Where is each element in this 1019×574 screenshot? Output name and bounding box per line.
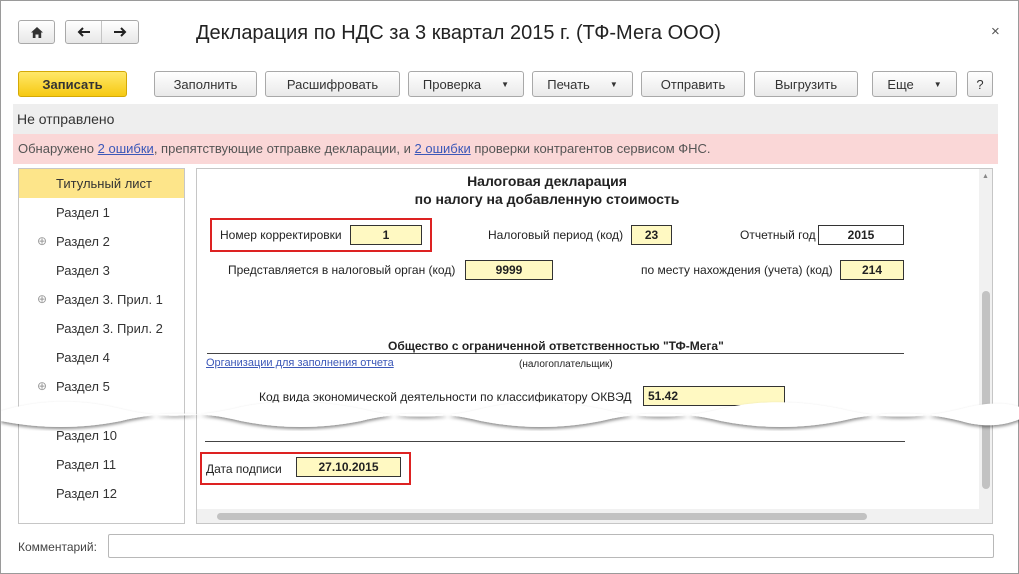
expand-plus-icon[interactable]: ⊕	[37, 227, 47, 256]
section-item-1[interactable]: Раздел 1	[19, 198, 184, 227]
declaration-form: Налоговая декларация по налогу на добавл…	[196, 168, 993, 524]
errors-link-declaration[interactable]: 2 ошибки	[98, 141, 154, 156]
section-item-label: Раздел 12	[56, 486, 118, 501]
arrow-right-icon	[114, 27, 127, 37]
organization-name: Общество с ограниченной ответственностью…	[388, 339, 724, 353]
section-item-label: Титульный лист	[56, 176, 153, 191]
section-item-3-app-1[interactable]: ⊕ Раздел 3. Прил. 1	[19, 285, 184, 314]
period-label: Налоговый период (код)	[488, 228, 624, 242]
section-item-label: Раздел 5	[56, 379, 110, 394]
home-icon	[30, 26, 43, 38]
vertical-scroll-thumb[interactable]	[982, 291, 990, 489]
scroll-up-icon[interactable]: ▲	[982, 173, 989, 180]
taxpayer-caption: (налогоплательщик)	[519, 359, 613, 370]
section-item-title-page[interactable]: Титульный лист	[19, 169, 184, 198]
declaration-window: Декларация по НДС за 3 квартал 2015 г. (…	[0, 0, 1019, 574]
error-prefix: Обнаружено	[18, 141, 98, 156]
print-button-label: Печать	[547, 76, 590, 92]
torn-edge-break	[1, 401, 1019, 427]
form-heading: Налоговая декларация	[467, 173, 627, 189]
more-button-label: Еще	[887, 76, 914, 92]
comment-label: Комментарий:	[18, 540, 97, 554]
section-item-3[interactable]: Раздел 3	[19, 256, 184, 285]
section-item-3-app-2[interactable]: Раздел 3. Прил. 2	[19, 314, 184, 343]
authority-field[interactable]: 9999	[465, 260, 553, 280]
sections-list: Титульный лист Раздел 1 ⊕ Раздел 2 Раздел…	[18, 168, 185, 524]
section-item-label: Раздел 1	[56, 205, 110, 220]
year-field[interactable]: 2015	[818, 225, 904, 245]
vertical-scrollbar[interactable]: ▲	[979, 169, 992, 523]
section-item-label: Раздел 3. Прил. 2	[56, 321, 163, 336]
horizontal-scrollbar[interactable]	[197, 509, 979, 523]
section-item-label: Раздел 4	[56, 350, 110, 365]
window-title: Декларация по НДС за 3 квартал 2015 г. (…	[196, 22, 721, 44]
save-button[interactable]: Записать	[18, 71, 127, 97]
error-suffix: проверки контрагентов сервисом ФНС.	[470, 141, 711, 156]
check-button-label: Проверка	[422, 76, 482, 92]
chevron-down-icon: ▼	[933, 79, 942, 89]
error-message: Обнаружено 2 ошибки, препятствующие отпр…	[13, 134, 998, 164]
navigation-buttons	[65, 20, 139, 44]
comment-input[interactable]	[108, 534, 994, 558]
section-item-label: Раздел 2	[56, 234, 110, 249]
section-item-2[interactable]: ⊕ Раздел 2	[19, 227, 184, 256]
form-divider	[205, 441, 905, 442]
error-middle: , препятствующие отправке декларации, и	[153, 141, 415, 156]
section-item-label: Раздел 3. Прил. 1	[56, 292, 163, 307]
section-item-12[interactable]: Раздел 12	[19, 479, 184, 508]
help-button[interactable]: ?	[967, 71, 993, 97]
decode-button[interactable]: Расшифровать	[265, 71, 400, 97]
correction-label: Номер корректировки	[220, 228, 342, 242]
arrow-left-icon	[77, 27, 90, 37]
location-label: по месту нахождения (учета) (код)	[641, 263, 833, 277]
period-field[interactable]: 23	[631, 225, 672, 245]
organization-underline	[207, 353, 904, 354]
close-icon[interactable]: ×	[991, 23, 1000, 40]
back-button[interactable]	[66, 21, 103, 43]
more-button[interactable]: Еще ▼	[872, 71, 957, 97]
correction-number-field[interactable]: 1	[350, 225, 422, 245]
fill-button[interactable]: Заполнить	[154, 71, 257, 97]
check-button[interactable]: Проверка ▼	[408, 71, 524, 97]
chevron-down-icon: ▼	[501, 79, 510, 89]
form-subheading: по налогу на добавленную стоимость	[414, 191, 680, 207]
authority-label: Представляется в налоговый орган (код)	[228, 263, 456, 277]
forward-button[interactable]	[102, 21, 138, 43]
home-button[interactable]	[18, 20, 55, 44]
chevron-down-icon: ▼	[609, 79, 618, 89]
section-item-4[interactable]: Раздел 4	[19, 343, 184, 372]
sign-date-label: Дата подписи	[206, 462, 282, 476]
expand-plus-icon[interactable]: ⊕	[37, 285, 47, 314]
section-item-11[interactable]: Раздел 11	[19, 450, 184, 479]
horizontal-scroll-thumb[interactable]	[217, 513, 867, 520]
errors-link-counterparties[interactable]: 2 ошибки	[415, 141, 471, 156]
year-label: Отчетный год	[740, 228, 816, 242]
export-button[interactable]: Выгрузить	[754, 71, 858, 97]
location-field[interactable]: 214	[840, 260, 904, 280]
sign-date-field[interactable]: 27.10.2015	[296, 457, 401, 477]
send-button[interactable]: Отправить	[641, 71, 745, 97]
section-item-label: Раздел 11	[56, 457, 117, 472]
organization-link[interactable]: Организации для заполнения отчета	[206, 357, 394, 369]
status-text: Не отправлено	[13, 104, 998, 134]
section-item-label: Раздел 3	[56, 263, 110, 278]
print-button[interactable]: Печать ▼	[532, 71, 633, 97]
